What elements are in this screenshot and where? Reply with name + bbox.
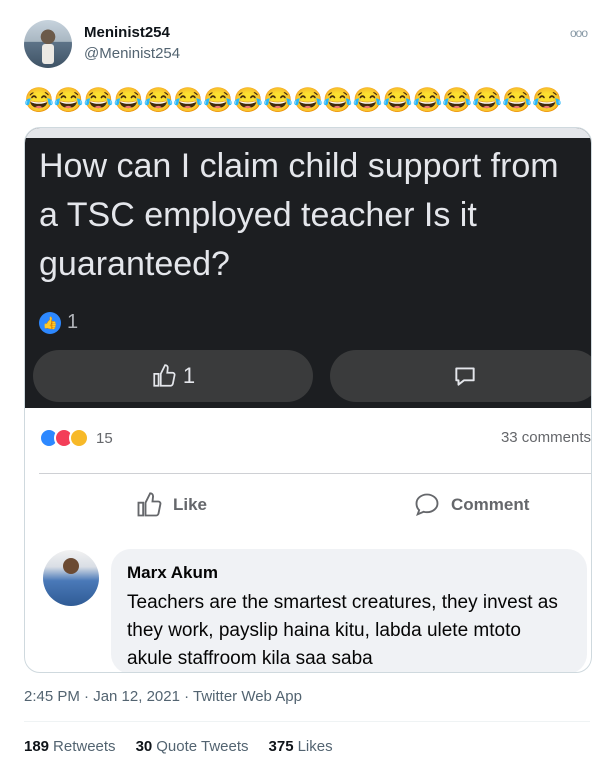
like-action: Like — [135, 491, 207, 519]
comment-icon — [455, 367, 475, 386]
like-pill-count: 1 — [182, 363, 196, 388]
comment-action: Comment — [413, 491, 529, 519]
comments-count: 33 comments — [500, 429, 591, 446]
reactions-summary: 15 — [39, 428, 113, 448]
reaction-count: 15 — [96, 429, 113, 447]
quote-tweets-label: Quote Tweets — [156, 738, 249, 755]
post-like-count: 👍 1 — [39, 311, 78, 334]
like-pill: 1 — [33, 350, 313, 402]
more-icon[interactable]: ooo — [570, 26, 588, 40]
comment-text: Teachers are the smartest creatures, the… — [127, 592, 558, 669]
divider — [24, 721, 590, 722]
retweets-count: 189 — [24, 738, 50, 755]
thumbs-up-icon — [153, 364, 176, 387]
thumbs-up-icon: 👍 — [39, 311, 61, 334]
post-question: How can I claim child support from a TSC… — [39, 147, 559, 283]
retweets-stat[interactable]: 189 Retweets — [24, 738, 116, 755]
like-count-value: 1 — [67, 311, 79, 333]
screenshot-post: How can I claim child support from a TSC… — [25, 128, 591, 408]
post-top-strip — [25, 128, 591, 138]
retweets-label: Retweets — [53, 738, 116, 755]
comment-pill — [330, 350, 591, 402]
display-name[interactable]: Meninist254 — [84, 24, 170, 41]
user-avatar[interactable] — [24, 20, 72, 68]
comment-author: Marx Akum — [127, 563, 219, 582]
commenter-avatar — [43, 550, 99, 606]
likes-label: Likes — [297, 738, 333, 755]
tweet-media[interactable]: How can I claim child support from a TSC… — [24, 127, 592, 673]
divider — [39, 473, 591, 474]
quote-tweets-count: 30 — [135, 738, 153, 755]
comment-label: Comment — [451, 495, 530, 514]
haha-reaction-icon — [69, 428, 89, 448]
quote-tweets-stat[interactable]: 30 Quote Tweets — [136, 738, 249, 755]
likes-count: 375 — [268, 738, 294, 755]
comment-bubble: Marx Akum Teachers are the smartest crea… — [111, 549, 587, 672]
user-handle[interactable]: @Meninist254 — [84, 45, 180, 62]
tweet-stats: 189 Retweets 30 Quote Tweets 375 Likes — [24, 738, 353, 755]
likes-stat[interactable]: 375 Likes — [269, 738, 333, 755]
thumbs-up-icon — [137, 492, 162, 517]
comment-icon — [415, 493, 439, 517]
tweet-timestamp[interactable]: 2:45 PM · Jan 12, 2021 · Twitter Web App — [24, 688, 302, 705]
tweet: Meninist254 @Meninist254 ooo 😂😂😂😂😂😂😂😂😂😂😂… — [0, 0, 614, 769]
tweet-text: 😂😂😂😂😂😂😂😂😂😂😂😂😂😂😂😂😂😂 — [24, 87, 562, 114]
like-label: Like — [173, 495, 208, 514]
